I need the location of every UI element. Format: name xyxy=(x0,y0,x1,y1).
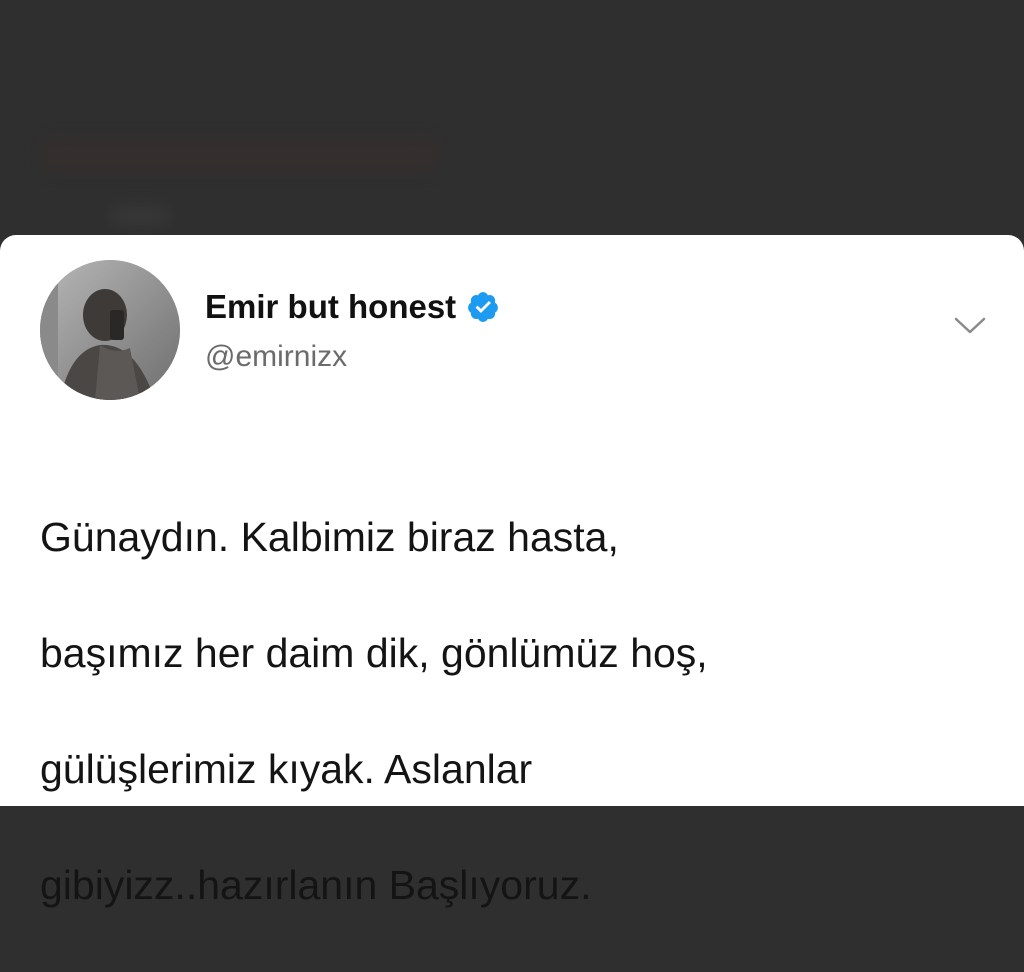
tweet-text-line: gülüşlerimiz kıyak. Aslanlar xyxy=(40,746,533,792)
tweet-text-line: gibiyizz..hazırlanın Başlıyoruz. xyxy=(40,862,592,908)
tweet-card[interactable]: Emir but honest @emirnizx Günaydın. Kalb… xyxy=(0,235,1024,908)
verified-badge-icon xyxy=(466,290,500,324)
dark-top-area xyxy=(0,0,1024,240)
user-handle[interactable]: @emirnizx xyxy=(205,340,347,374)
display-name[interactable]: Emir but honest xyxy=(205,288,456,326)
chevron-down-icon[interactable] xyxy=(952,315,988,337)
tweet-text: Günaydın. Kalbimiz biraz hasta, başımız … xyxy=(40,450,990,972)
tweet-text-line: Günaydın. Kalbimiz biraz hasta, xyxy=(40,514,619,560)
tweet-text-line: başımız her daim dik, gönlümüz hoş, xyxy=(40,630,708,676)
blurred-content-secondary xyxy=(110,205,170,227)
display-name-row: Emir but honest xyxy=(205,287,500,327)
blurred-content xyxy=(40,140,440,170)
avatar[interactable] xyxy=(40,260,180,400)
